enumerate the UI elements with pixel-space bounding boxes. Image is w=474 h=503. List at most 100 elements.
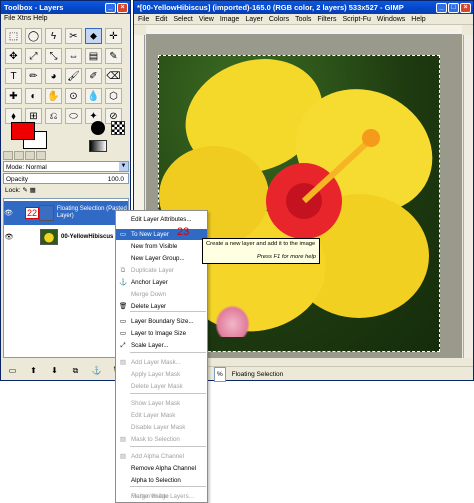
tool-button[interactable]: ✋: [45, 88, 62, 104]
menu-item[interactable]: ▭ Layer to Image Size: [116, 328, 207, 339]
menu-filters[interactable]: Filters: [317, 14, 336, 24]
layer-action-button[interactable]: ⧉: [70, 365, 81, 376]
menu-view[interactable]: View: [199, 14, 214, 24]
tool-button[interactable]: T: [5, 68, 22, 84]
menu-item[interactable]: ▭ To New Layer: [116, 229, 207, 240]
menu-edit[interactable]: Edit: [155, 14, 167, 24]
menu-item[interactable]: New from Visible: [116, 241, 207, 252]
tool-button[interactable]: ⬥: [85, 28, 102, 44]
menu-item[interactable]: ▨ Mask to Selection: [116, 434, 207, 445]
foreground-color-swatch[interactable]: [11, 122, 35, 140]
pattern-indicator[interactable]: [111, 121, 125, 135]
menu-help[interactable]: Help: [411, 14, 425, 24]
tool-button[interactable]: 🖌: [65, 68, 82, 84]
menu-tools[interactable]: Tools: [295, 14, 311, 24]
menu-item[interactable]: 🗑 Delete Layer: [116, 301, 207, 312]
close-button[interactable]: ×: [117, 2, 128, 13]
layer-row[interactable]: 👁 22 Floating Selection (Pasted Layer): [4, 201, 128, 225]
minimize-button[interactable]: _: [436, 2, 447, 13]
maximize-button[interactable]: □: [448, 2, 459, 13]
menu-item[interactable]: New Layer Group...: [116, 253, 207, 264]
layer-mode-select[interactable]: Mode: Normal ▼: [3, 161, 129, 172]
menu-item[interactable]: ▨ Add Layer Mask...: [116, 357, 207, 368]
ruler-horizontal[interactable]: [146, 25, 462, 35]
layer-buttons: ▭⬆⬇⧉⚓🗑: [7, 365, 127, 376]
tab-undo[interactable]: [36, 151, 46, 160]
image-menubar: File Edit Select View Image Layer Colors Tools F…: [134, 14, 473, 25]
tool-button[interactable]: ◕: [45, 68, 62, 84]
eye-icon[interactable]: 👁: [4, 233, 14, 241]
menu-item[interactable]: Merge Down: [116, 289, 207, 300]
dock-tabs: [3, 151, 129, 161]
menu-item[interactable]: Edit Layer Mask: [116, 410, 207, 421]
menu-item[interactable]: ⤢ Scale Layer...: [116, 340, 207, 351]
zoom-select[interactable]: %: [214, 367, 226, 382]
menu-file[interactable]: File: [138, 14, 149, 24]
brush-indicator[interactable]: [91, 121, 105, 135]
tab-channels[interactable]: [14, 151, 24, 160]
tool-button[interactable]: ✚: [5, 88, 22, 104]
menu-item[interactable]: Remove Alpha Channel: [116, 463, 207, 474]
menu-item[interactable]: Alpha to Selection: [116, 475, 207, 486]
tool-button[interactable]: ϟ: [45, 28, 62, 44]
layer-action-button[interactable]: ⬇: [49, 365, 60, 376]
menu-item[interactable]: Delete Layer Mask: [116, 381, 207, 392]
menu-image[interactable]: Image: [220, 14, 239, 24]
menu-item[interactable]: ▨ Add Alpha Channel: [116, 451, 207, 462]
menu-item[interactable]: Edit Layer Attributes...: [116, 214, 207, 225]
menu-item[interactable]: ⧉ Duplicate Layer: [116, 265, 207, 276]
menu-colors[interactable]: Colors: [269, 14, 289, 24]
tool-button[interactable]: ⬚: [5, 28, 22, 44]
layer-thumbnail: [40, 229, 58, 245]
tool-button[interactable]: ✥: [5, 48, 22, 64]
tool-button[interactable]: ▤: [85, 48, 102, 64]
menu-item-icon: ▭: [119, 318, 127, 325]
menu-item-label: Disable Layer Mask: [131, 424, 186, 431]
layer-row[interactable]: 👁 00-YellowHibiscus: [4, 225, 128, 249]
menu-layer[interactable]: Layer: [245, 14, 263, 24]
tool-button[interactable]: ✂: [65, 28, 82, 44]
tool-button[interactable]: ⌫: [105, 68, 122, 84]
tool-button[interactable]: ✏: [25, 68, 42, 84]
tool-button[interactable]: ◯: [25, 28, 42, 44]
menu-select[interactable]: Select: [173, 14, 192, 24]
opacity-slider[interactable]: Opacity 100.0: [3, 173, 129, 184]
tool-button[interactable]: ⤡: [45, 48, 62, 64]
brush-lock-icon[interactable]: ✎: [22, 187, 27, 194]
close-button[interactable]: ×: [460, 2, 471, 13]
menu-item[interactable]: Show Layer Mask: [116, 398, 207, 409]
layer-action-button[interactable]: ⚓: [91, 365, 102, 376]
tab-layers[interactable]: [3, 151, 13, 160]
alpha-lock-icon[interactable]: ▦: [30, 187, 36, 194]
eye-icon[interactable]: 👁: [4, 209, 13, 217]
menu-item[interactable]: ▭ Layer Boundary Size...: [116, 316, 207, 327]
tool-button[interactable]: ⇔: [65, 48, 82, 64]
menu-item-icon: ⧉: [120, 267, 126, 274]
menu-item[interactable]: Apply Layer Mask: [116, 369, 207, 380]
menu-scriptfu[interactable]: Script-Fu: [342, 14, 370, 24]
vertical-scrollbar[interactable]: [463, 35, 473, 358]
tool-button[interactable]: ✐: [85, 68, 102, 84]
minimize-button[interactable]: _: [105, 2, 116, 13]
menu-separator: [130, 486, 206, 487]
menu-item-label: Duplicate Layer: [131, 267, 174, 274]
tool-button[interactable]: ✛: [105, 28, 122, 44]
layer-action-button[interactable]: ⬆: [28, 365, 39, 376]
tool-button[interactable]: ⬡: [105, 88, 122, 104]
menu-item[interactable]: Disable Layer Mask: [116, 422, 207, 433]
tool-button[interactable]: ◐: [25, 88, 42, 104]
menu-item[interactable]: Flatten Image: [116, 491, 207, 502]
opacity-value: 100.0: [107, 176, 124, 183]
tool-button[interactable]: ⊙: [65, 88, 82, 104]
tool-button[interactable]: ✎: [105, 48, 122, 64]
layer-action-button[interactable]: ▭: [7, 365, 18, 376]
tool-button[interactable]: ⤢: [25, 48, 42, 64]
toolbox-menubar[interactable]: File Xtns Help: [1, 14, 130, 24]
menu-windows[interactable]: Windows: [377, 14, 405, 24]
menu-item[interactable]: ⚓ Anchor Layer: [116, 277, 207, 288]
chevron-down-icon: ▼: [119, 162, 128, 171]
tab-paths[interactable]: [25, 151, 35, 160]
tool-button[interactable]: 💧: [85, 88, 102, 104]
menu-item-label: Add Alpha Channel: [131, 453, 184, 460]
menu-item-label: Delete Layer: [131, 303, 167, 310]
